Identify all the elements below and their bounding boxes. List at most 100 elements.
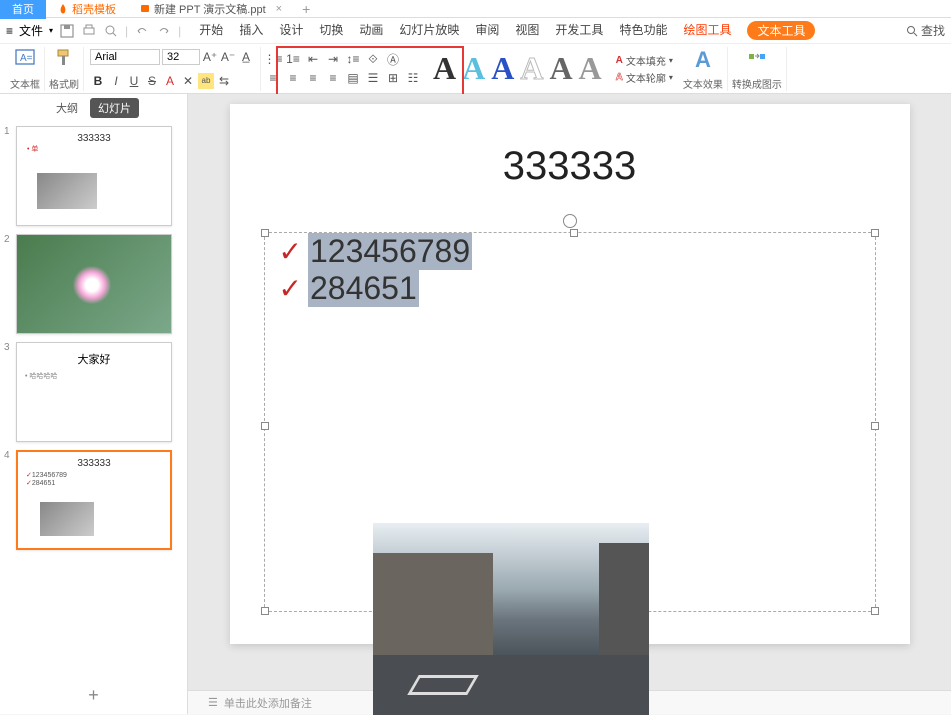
save-icon[interactable] <box>59 23 75 39</box>
tab-review[interactable]: 审阅 <box>475 21 499 40</box>
search-button[interactable]: 查找 <box>906 22 945 39</box>
wordart-style-1[interactable]: A <box>433 50 456 87</box>
convert-diagram-icon[interactable] <box>746 47 768 69</box>
tab-developer[interactable]: 开发工具 <box>555 21 603 40</box>
align-left-button[interactable]: ≡ <box>265 70 281 86</box>
italic-button[interactable]: I <box>108 73 124 89</box>
textbox-icon[interactable]: A= <box>14 47 36 69</box>
character-spacing-button[interactable]: ⇆ <box>216 73 232 89</box>
slide-thumb-3[interactable]: 3 大家好 • 哈哈哈哈 <box>4 342 183 442</box>
align-right-button[interactable]: ≡ <box>305 70 321 86</box>
wordart-style-3[interactable]: A <box>491 50 514 87</box>
menu-icon[interactable]: ≡ <box>6 24 13 38</box>
outline-tab[interactable]: 大纲 <box>48 98 86 118</box>
tab-transition[interactable]: 切换 <box>319 21 343 40</box>
wordart-style-2[interactable]: A <box>462 50 485 87</box>
add-slide-button[interactable]: + <box>0 677 187 714</box>
line-spacing-button[interactable]: ↕≡ <box>345 51 361 67</box>
slide-thumb-4[interactable]: 4 333333 ✓123456789 ✓284651 <box>4 450 183 550</box>
resize-handle[interactable] <box>570 229 578 237</box>
wordart-style-4[interactable]: A <box>520 50 543 87</box>
tab-insert[interactable]: 插入 <box>239 21 263 40</box>
notes-icon: ☰ <box>208 696 218 709</box>
thumb-image <box>67 265 117 305</box>
change-case-icon[interactable]: A̲ <box>238 49 254 65</box>
strikethrough-button[interactable]: S <box>144 73 160 89</box>
font-size-select[interactable] <box>162 49 200 65</box>
resize-handle[interactable] <box>261 229 269 237</box>
slide-thumb-1[interactable]: 1 333333 • 单 <box>4 126 183 226</box>
tab-stops-button[interactable]: ⊞ <box>385 70 401 86</box>
decrease-indent-button[interactable]: ⇤ <box>305 51 321 67</box>
font-name-select[interactable] <box>90 49 160 65</box>
tab-animation[interactable]: 动画 <box>359 21 383 40</box>
text-outline-button[interactable]: A文本轮廓▾ <box>616 70 673 85</box>
rotate-handle[interactable] <box>563 214 577 228</box>
selected-text[interactable]: 284651 <box>308 270 419 307</box>
text-direction-button[interactable]: ⟐ <box>365 51 381 67</box>
tab-start[interactable]: 开始 <box>199 21 223 40</box>
print-icon[interactable] <box>81 23 97 39</box>
distribute-button[interactable]: ▤ <box>345 70 361 86</box>
font-color-button[interactable]: A <box>162 73 178 89</box>
redo-icon[interactable] <box>156 23 172 39</box>
slide[interactable]: 333333 ✓ 123456789 ✓ <box>230 104 910 644</box>
textbox-label: 文本框 <box>10 76 40 91</box>
tab-drawing-tools[interactable]: 绘图工具 <box>683 21 731 40</box>
file-menu[interactable]: 文件 <box>19 22 43 39</box>
tab-doke-templates[interactable]: 稻壳模板 <box>46 0 128 19</box>
add-tab-button[interactable]: + <box>294 0 318 19</box>
more-para-button[interactable]: ☷ <box>405 70 421 86</box>
resize-handle[interactable] <box>261 422 269 430</box>
close-icon[interactable]: × <box>276 3 282 15</box>
resize-handle[interactable] <box>261 607 269 615</box>
text-effects-group: A 文本效果 <box>679 47 728 91</box>
resize-handle[interactable] <box>871 422 879 430</box>
slide-canvas[interactable]: 333333 ✓ 123456789 ✓ <box>188 94 951 690</box>
wordart-style-6[interactable]: A <box>579 50 602 87</box>
decrease-font-icon[interactable]: A⁻ <box>220 49 236 65</box>
clear-format-button[interactable]: ✕ <box>180 73 196 89</box>
numbering-button[interactable]: 1≡ <box>285 51 301 67</box>
format-painter-icon[interactable] <box>53 47 75 69</box>
preview-icon[interactable] <box>103 23 119 39</box>
increase-font-icon[interactable]: A⁺ <box>202 49 218 65</box>
undo-icon[interactable] <box>134 23 150 39</box>
tab-features[interactable]: 特色功能 <box>619 21 667 40</box>
slide-title[interactable]: 333333 <box>230 144 910 189</box>
tab-current-file[interactable]: 新建 PPT 演示文稿.ppt × <box>128 0 294 19</box>
underline-button[interactable]: U <box>126 73 142 89</box>
tab-text-tools[interactable]: 文本工具 <box>747 21 815 40</box>
align-center-button[interactable]: ≡ <box>285 70 301 86</box>
align-text-button[interactable]: Ⓐ <box>385 51 401 67</box>
bold-button[interactable]: B <box>90 73 106 89</box>
bullets-button[interactable]: ⋮≡ <box>265 51 281 67</box>
bullet-item-2[interactable]: ✓ 284651 <box>265 270 875 307</box>
slide-image[interactable] <box>373 523 649 715</box>
increase-indent-button[interactable]: ⇥ <box>325 51 341 67</box>
highlight-button[interactable]: ab <box>198 73 214 89</box>
justify-button[interactable]: ≡ <box>325 70 341 86</box>
resize-handle[interactable] <box>871 229 879 237</box>
selected-text[interactable]: 123456789 <box>308 233 472 270</box>
text-fill-button[interactable]: A文本填充▾ <box>616 53 673 68</box>
quick-access: ≡ 文件 ▾ | | <box>6 22 181 39</box>
textbox-group: A= 文本框 <box>6 47 45 91</box>
tab-home[interactable]: 首页 <box>0 0 46 19</box>
chevron-down-icon[interactable]: ▾ <box>49 26 53 35</box>
tab-view[interactable]: 视图 <box>515 21 539 40</box>
text-effects-icon[interactable]: A <box>695 47 711 73</box>
wordart-style-5[interactable]: A <box>549 50 572 87</box>
search-icon <box>906 25 918 37</box>
tab-doke-label: 稻壳模板 <box>72 1 116 17</box>
panel-tabs: 大纲 幻灯片 <box>0 94 187 122</box>
convert-diagram-group: 转换成图示 <box>728 47 787 91</box>
resize-handle[interactable] <box>871 607 879 615</box>
columns-button[interactable]: ☰ <box>365 70 381 86</box>
slides-tab[interactable]: 幻灯片 <box>90 98 139 118</box>
content-textbox[interactable]: ✓ 123456789 ✓ 284651 <box>264 232 876 612</box>
tab-design[interactable]: 设计 <box>279 21 303 40</box>
slide-thumb-2[interactable]: 2 <box>4 234 183 334</box>
bullet-item-1[interactable]: ✓ 123456789 <box>265 233 875 270</box>
tab-slideshow[interactable]: 幻灯片放映 <box>399 21 459 40</box>
